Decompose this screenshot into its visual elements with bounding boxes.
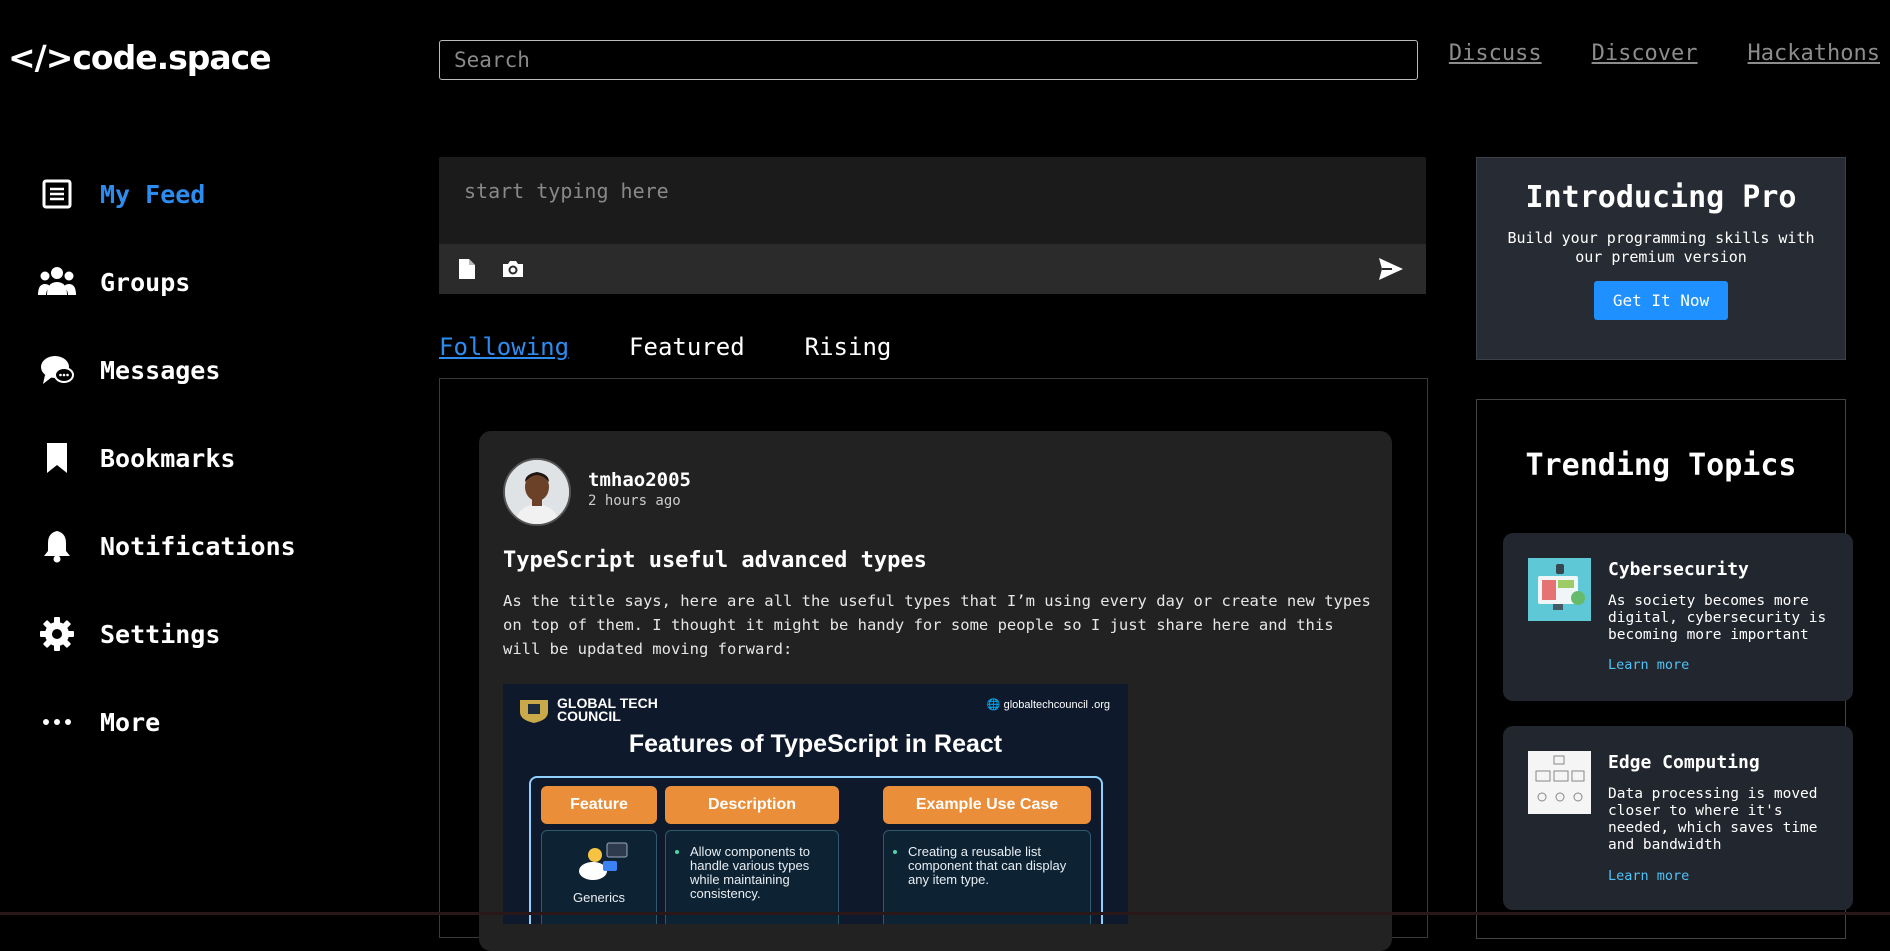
gtc-brand: GLOBAL TECH COUNCIL [557,695,658,724]
sidebar: My Feed Groups Messages Bookmarks Notifi… [38,150,296,766]
sidebar-item-label: Settings [100,619,221,649]
learn-more-link[interactable]: Learn more [1608,868,1689,884]
nav-link-discuss[interactable]: Discuss [1449,41,1542,66]
topic-name: Cybersecurity [1608,559,1749,580]
sidebar-item-label: Notifications [100,531,296,561]
list-icon [38,175,76,213]
sidebar-item-bookmarks[interactable]: Bookmarks [38,414,296,502]
send-button[interactable] [1376,254,1406,284]
topic-description: Data processing is moved closer to where… [1608,786,1818,853]
feed-tabs: Following Featured Rising [439,333,891,361]
tab-rising[interactable]: Rising [805,333,892,361]
sidebar-item-groups[interactable]: Groups [38,238,296,326]
cybersecurity-thumbnail-icon [1528,558,1591,621]
learn-more-link[interactable]: Learn more [1608,657,1689,673]
image-title: Features of TypeScript in React [628,730,1003,758]
nav-link-hackathons[interactable]: Hackathons [1748,41,1880,66]
camera-icon [503,261,523,277]
topic-card-cybersecurity[interactable]: Cybersecurity As society becomes more di… [1503,533,1853,701]
table-header: Example Use Case [883,786,1091,824]
sidebar-item-messages[interactable]: Messages [38,326,296,414]
topic-description: As society becomes more digital, cyberse… [1608,593,1827,643]
sidebar-item-settings[interactable]: Settings [38,590,296,678]
shield-icon [520,700,548,723]
post-body: As the title says, here are all the usef… [503,592,1371,658]
post-author[interactable]: tmhao2005 [588,469,691,491]
avatar[interactable] [503,458,571,526]
post-composer [439,157,1426,294]
feature-table: Feature Description Example Use Case Gen… [529,776,1103,924]
sidebar-item-label: Groups [100,267,191,297]
table-header: Description [665,786,839,824]
table-cell-example: Creating a reusable list component that … [883,830,1091,924]
nav-link-discover[interactable]: Discover [1592,41,1698,66]
bookmark-icon [38,439,76,477]
sidebar-item-label: More [100,707,161,737]
edge-computing-thumbnail-icon [1528,751,1591,814]
post-timestamp: 2 hours ago [588,493,681,509]
gtc-logo: GLOBAL TECH COUNCIL [517,696,658,724]
trending-topics-panel: Trending Topics Cybersecurity As society… [1476,399,1853,939]
sidebar-item-notifications[interactable]: Notifications [38,502,296,590]
post-title[interactable]: TypeScript useful advanced types [503,548,927,573]
topic-card-edge-computing[interactable]: Edge Computing Data processing is moved … [1503,726,1853,910]
ellipsis-icon [38,703,76,741]
gear-icon [38,615,76,653]
composer-textarea[interactable] [439,157,1426,247]
table-header: Feature [541,786,657,824]
post-image[interactable]: GLOBAL TECH COUNCIL 🌐 globaltechcouncil .… [503,684,1128,924]
promo-title: Introducing Pro [1525,180,1797,215]
developer-illustration-icon [579,842,628,880]
pro-promo-card: Introducing Pro Build your programming s… [1476,157,1846,360]
gtc-site: 🌐 globaltechcouncil .org [986,699,1110,711]
site-logo[interactable]: </>code.space [8,38,272,77]
sidebar-item-label: Bookmarks [100,443,236,473]
trending-title: Trending Topics [1525,448,1797,483]
send-icon [1379,258,1403,280]
attach-photo-button[interactable] [498,254,528,284]
sidebar-item-label: My Feed [100,179,206,209]
chat-icon [38,351,76,389]
post-card[interactable]: tmhao2005 2 hours ago TypeScript useful … [479,431,1392,951]
sidebar-item-more[interactable]: More [38,678,296,766]
file-icon [459,259,475,279]
tab-featured[interactable]: Featured [629,333,745,361]
sidebar-item-label: Messages [100,355,221,385]
users-icon [38,263,76,301]
composer-toolbar [439,244,1426,294]
search-input[interactable] [439,40,1418,80]
promo-text: Build your programming skills with our p… [1507,229,1815,266]
bell-icon [38,527,76,565]
table-cell-feature: Generics [541,830,657,924]
topic-name: Edge Computing [1608,752,1760,773]
get-it-now-button[interactable]: Get It Now [1594,281,1728,320]
attach-file-button[interactable] [452,254,482,284]
feed-container: tmhao2005 2 hours ago TypeScript useful … [439,378,1428,951]
table-cell-description: Allow components to handle various types… [665,830,839,924]
top-nav: Discuss Discover Hackathons [1449,41,1880,66]
tab-following[interactable]: Following [439,333,569,361]
sidebar-item-my-feed[interactable]: My Feed [38,150,296,238]
